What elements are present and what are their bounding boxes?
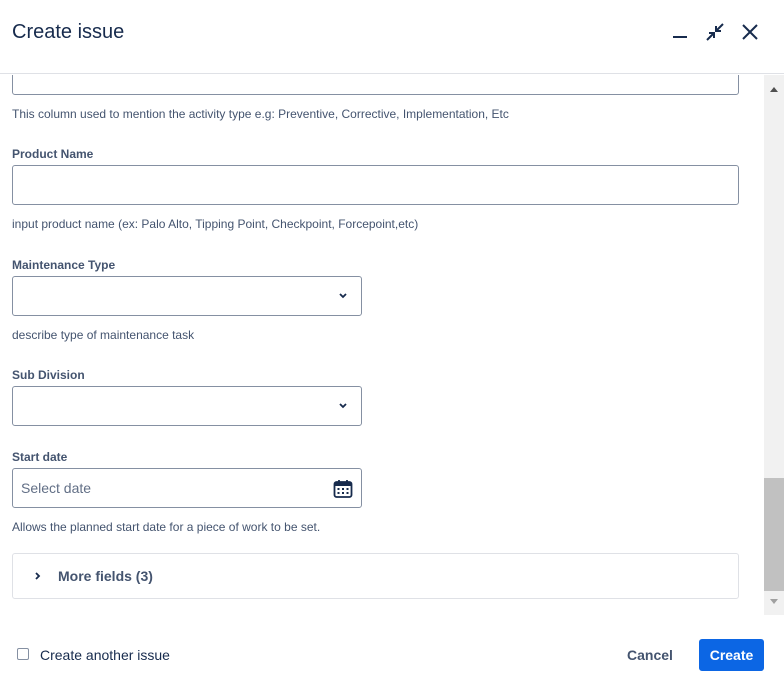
start-date-label: Start date xyxy=(12,450,68,464)
create-another-label[interactable]: Create another issue xyxy=(40,647,170,663)
product-name-label: Product Name xyxy=(12,147,94,161)
close-button[interactable] xyxy=(736,18,764,46)
maintenance-type-help: describe type of maintenance task xyxy=(12,328,195,342)
minimize-button[interactable] xyxy=(666,18,694,46)
dialog-footer: Create another issue Cancel Create xyxy=(0,615,784,687)
close-icon xyxy=(742,24,758,40)
calendar-icon[interactable] xyxy=(333,479,353,499)
cancel-button[interactable]: Cancel xyxy=(616,639,684,671)
collapse-button[interactable] xyxy=(701,18,729,46)
sub-division-label: Sub Division xyxy=(12,368,85,382)
dialog-header: Create issue xyxy=(0,0,784,74)
product-name-help: input product name (ex: Palo Alto, Tippi… xyxy=(12,217,419,231)
scroll-down-arrow-icon[interactable] xyxy=(770,599,778,605)
scroll-up-arrow-icon[interactable] xyxy=(770,86,778,92)
chevron-right-icon xyxy=(35,572,41,580)
create-button[interactable]: Create xyxy=(699,639,764,671)
dialog-title: Create issue xyxy=(12,21,125,43)
maintenance-type-select[interactable] xyxy=(12,276,362,316)
more-fields-toggle[interactable]: More fields (3) xyxy=(12,553,739,599)
scrollbar-thumb[interactable] xyxy=(764,478,784,591)
collapse-icon xyxy=(706,23,724,41)
start-date-help: Allows the planned start date for a piec… xyxy=(12,520,321,534)
start-date-picker[interactable]: Select date xyxy=(12,468,362,508)
more-fields-label: More fields (3) xyxy=(58,568,153,584)
activity-type-input[interactable] xyxy=(12,75,739,95)
create-another-checkbox[interactable] xyxy=(17,648,29,660)
form-content: This column used to mention the activity… xyxy=(0,75,764,615)
maintenance-type-label: Maintenance Type xyxy=(12,258,116,272)
scrollbar[interactable] xyxy=(764,75,784,615)
sub-division-select[interactable] xyxy=(12,386,362,426)
chevron-down-icon xyxy=(339,403,347,409)
product-name-input[interactable] xyxy=(12,165,739,205)
start-date-placeholder: Select date xyxy=(21,480,92,496)
minimize-icon xyxy=(673,36,687,38)
chevron-down-icon xyxy=(339,293,347,299)
activity-type-help: This column used to mention the activity… xyxy=(12,107,509,121)
